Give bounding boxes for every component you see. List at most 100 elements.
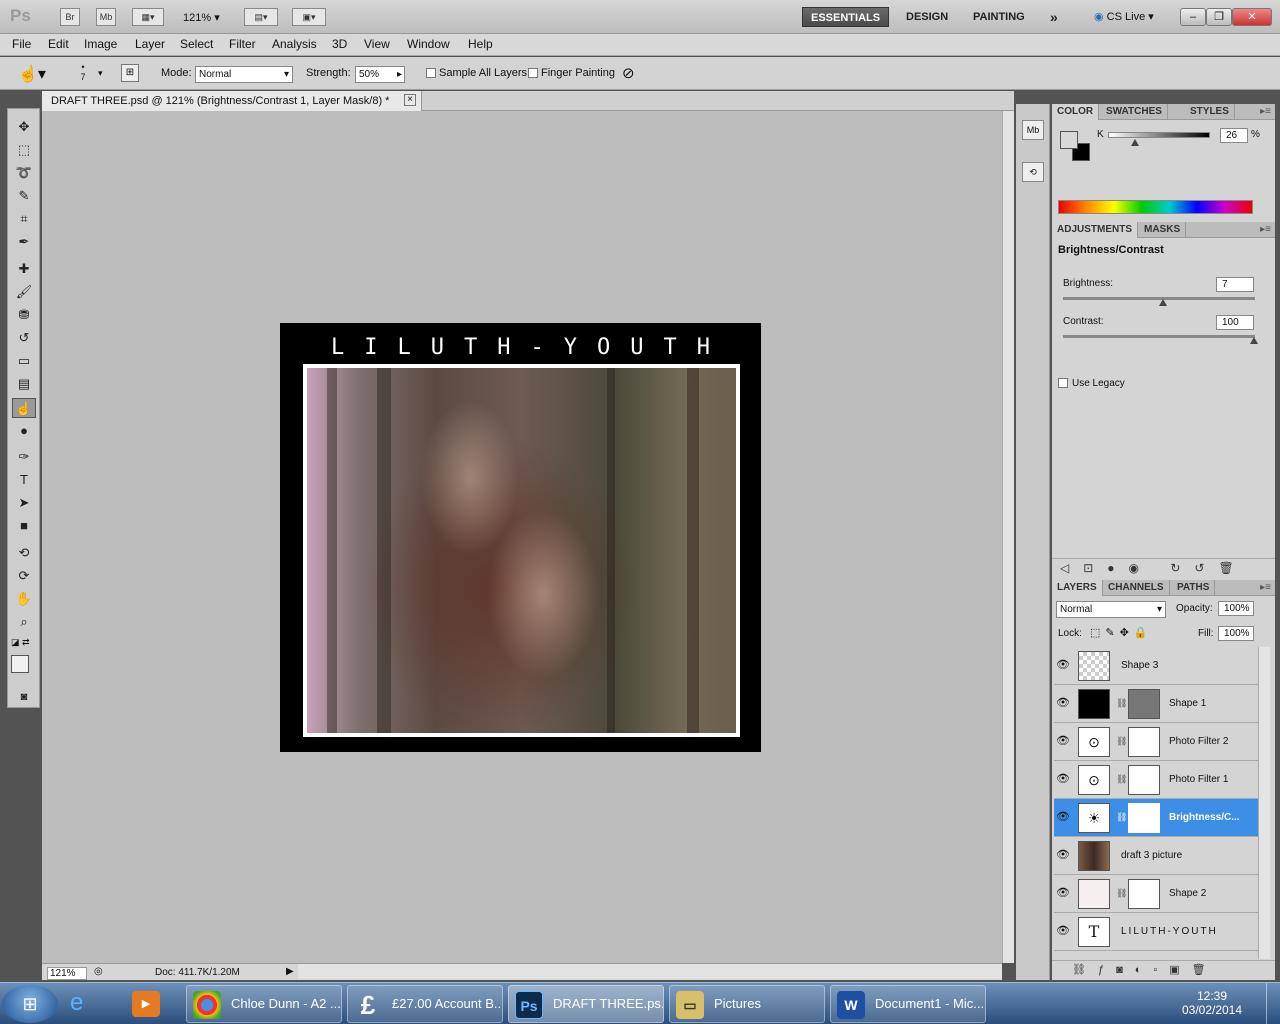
layer-row[interactable]: 👁 draft 3 picture (1054, 837, 1258, 875)
visibility-eye-icon[interactable]: 👁 (1056, 658, 1070, 672)
crop-tool-icon[interactable]: ⌗ (12, 209, 36, 229)
minimize-button[interactable]: – (1180, 8, 1206, 26)
color-foreground-swatch[interactable] (1060, 131, 1078, 149)
dodge-tool-icon[interactable]: ● (12, 421, 36, 441)
tablet-pressure-icon[interactable]: ⊘ (622, 64, 635, 82)
smudge-tool-preset-icon[interactable]: ☝▾ (18, 64, 46, 84)
fill-field[interactable]: 100% (1218, 626, 1254, 641)
menu-help[interactable]: Help (468, 37, 493, 51)
brightness-value[interactable]: 7 (1216, 277, 1254, 292)
screen-mode-button[interactable]: ▣▾ (292, 8, 326, 26)
menu-filter[interactable]: Filter (229, 37, 256, 51)
zoom-level-select[interactable]: 121% ▾ (183, 11, 220, 24)
menu-window[interactable]: Window (407, 37, 450, 51)
tab-adjustments[interactable]: ADJUSTMENTS (1052, 222, 1139, 238)
layer-blend-mode-select[interactable]: Normal ▾ (1056, 601, 1166, 618)
clone-stamp-tool-icon[interactable]: ⛃ (12, 305, 36, 325)
more-workspaces-button[interactable]: » (1042, 7, 1066, 27)
history-panel-icon[interactable]: ⟲ (1022, 162, 1044, 182)
quick-mask-icon[interactable]: ◙ (12, 687, 36, 707)
document-tab[interactable]: DRAFT THREE.psd @ 121% (Brightness/Contr… (42, 91, 422, 111)
panel-menu-icon[interactable]: ▸≡ (1260, 106, 1271, 117)
taskbar-item-chrome[interactable]: Chloe Dunn - A2 ... (186, 985, 342, 1023)
status-menu-arrow-icon[interactable]: ▶ (286, 966, 294, 977)
panel-menu-icon[interactable]: ▸≡ (1260, 224, 1271, 235)
history-brush-tool-icon[interactable]: ↺ (12, 328, 36, 348)
sample-all-layers-checkbox[interactable] (426, 68, 436, 78)
tab-paths[interactable]: PATHS (1172, 580, 1216, 596)
eraser-tool-icon[interactable]: ▭ (12, 351, 36, 371)
taskbar-item-account[interactable]: £ £27.00 Account B... (347, 985, 503, 1023)
view-extras-button[interactable]: ▦▾ (132, 8, 164, 26)
layer-row[interactable]: 👁 ⛓ Shape 1 (1054, 685, 1258, 723)
pen-tool-icon[interactable]: ✑ (12, 447, 36, 467)
contrast-slider[interactable] (1063, 335, 1255, 338)
visibility-eye-icon[interactable]: 👁 (1056, 848, 1070, 862)
opacity-field[interactable]: 100% (1218, 601, 1254, 616)
layer-row-selected[interactable]: 👁 ☀ ⛓ Brightness/C... (1054, 799, 1258, 837)
taskbar-item-word[interactable]: W Document1 - Mic... (830, 985, 986, 1023)
menu-3d[interactable]: 3D (332, 37, 347, 51)
menu-view[interactable]: View (364, 37, 390, 51)
internet-explorer-icon[interactable]: e (70, 989, 83, 1017)
visibility-eye-icon[interactable]: 👁 (1056, 924, 1070, 938)
color-spectrum-ramp[interactable] (1058, 200, 1253, 214)
brush-picker-arrow-icon[interactable]: ▾ (98, 68, 103, 79)
mini-bridge-panel-icon[interactable]: Mb (1022, 120, 1044, 140)
menu-file[interactable]: File (12, 37, 31, 51)
workspace-essentials[interactable]: ESSENTIALS (802, 7, 890, 27)
bridge-button[interactable]: Br (60, 8, 80, 26)
cs-live-menu[interactable]: ◉ CS Live ▾ (1094, 10, 1154, 23)
color-k-slider-thumb[interactable] (1131, 139, 1139, 146)
show-desktop-button[interactable] (1266, 983, 1280, 1024)
menu-select[interactable]: Select (180, 37, 213, 51)
layer-row[interactable]: 👁 ⊙ ⛓ Photo Filter 2 (1054, 723, 1258, 761)
contrast-value[interactable]: 100 (1216, 315, 1254, 330)
color-k-value[interactable]: 26 (1220, 128, 1248, 143)
menu-image[interactable]: Image (84, 37, 117, 51)
path-selection-tool-icon[interactable]: ➤ (12, 493, 36, 513)
strength-field[interactable]: 50% ▸ (355, 66, 405, 83)
brush-tool-icon[interactable]: 🖌 (12, 282, 36, 302)
move-tool-icon[interactable]: ✥ (12, 117, 36, 137)
gradient-tool-icon[interactable]: ▤ (12, 374, 36, 394)
horizontal-scrollbar[interactable] (298, 964, 1002, 979)
brightness-slider-thumb[interactable] (1159, 299, 1167, 306)
status-zoom-field[interactable]: 121% (47, 967, 87, 980)
menu-analysis[interactable]: Analysis (272, 37, 317, 51)
smudge-tool-icon[interactable]: ☝ (12, 398, 36, 418)
brush-panel-toggle-icon[interactable]: ⊞ (121, 64, 139, 82)
panel-menu-icon[interactable]: ▸≡ (1260, 582, 1271, 593)
visibility-eye-icon[interactable]: 👁 (1056, 810, 1070, 824)
lock-options-icons[interactable]: ⬚✎✥🔒 (1090, 626, 1153, 639)
eyedropper-tool-icon[interactable]: ✒ (12, 232, 36, 252)
layer-row[interactable]: 👁 Shape 3 (1054, 647, 1258, 685)
contrast-slider-thumb[interactable] (1250, 337, 1258, 344)
mode-select[interactable]: Normal ▾ (195, 66, 293, 83)
3d-rotate-tool-icon[interactable]: ⟲ (12, 543, 36, 563)
hand-tool-icon[interactable]: ✋ (12, 589, 36, 609)
default-colors-icon[interactable]: ◪ ⇄ (11, 637, 30, 648)
mini-bridge-button[interactable]: Mb (96, 8, 116, 26)
visibility-eye-icon[interactable]: 👁 (1056, 696, 1070, 710)
visibility-eye-icon[interactable]: 👁 (1056, 772, 1070, 786)
tab-layers[interactable]: LAYERS (1052, 580, 1103, 596)
3d-orbit-tool-icon[interactable]: ⟳ (12, 566, 36, 586)
tab-masks[interactable]: MASKS (1139, 222, 1187, 238)
vertical-scrollbar[interactable] (1002, 111, 1014, 963)
quick-selection-tool-icon[interactable]: ✎ (12, 186, 36, 206)
tab-styles[interactable]: STYLES (1185, 104, 1235, 120)
shape-tool-icon[interactable]: ■ (12, 516, 36, 536)
menu-layer[interactable]: Layer (135, 37, 165, 51)
menu-edit[interactable]: Edit (48, 37, 69, 51)
use-legacy-checkbox[interactable] (1058, 378, 1068, 388)
tab-swatches[interactable]: SWATCHES (1101, 104, 1168, 120)
visibility-eye-icon[interactable]: 👁 (1056, 886, 1070, 900)
clock[interactable]: 12:39 03/02/2014 (1180, 989, 1244, 1017)
adjustments-footer-icons[interactable]: ◁⊡●◉ ↻↺🗑 (1052, 558, 1275, 576)
close-document-icon[interactable]: × (404, 94, 416, 106)
tab-channels[interactable]: CHANNELS (1103, 580, 1170, 596)
close-button[interactable]: ✕ (1232, 8, 1272, 26)
finger-painting-checkbox[interactable] (528, 68, 538, 78)
media-player-icon[interactable]: ▶ (132, 991, 160, 1017)
